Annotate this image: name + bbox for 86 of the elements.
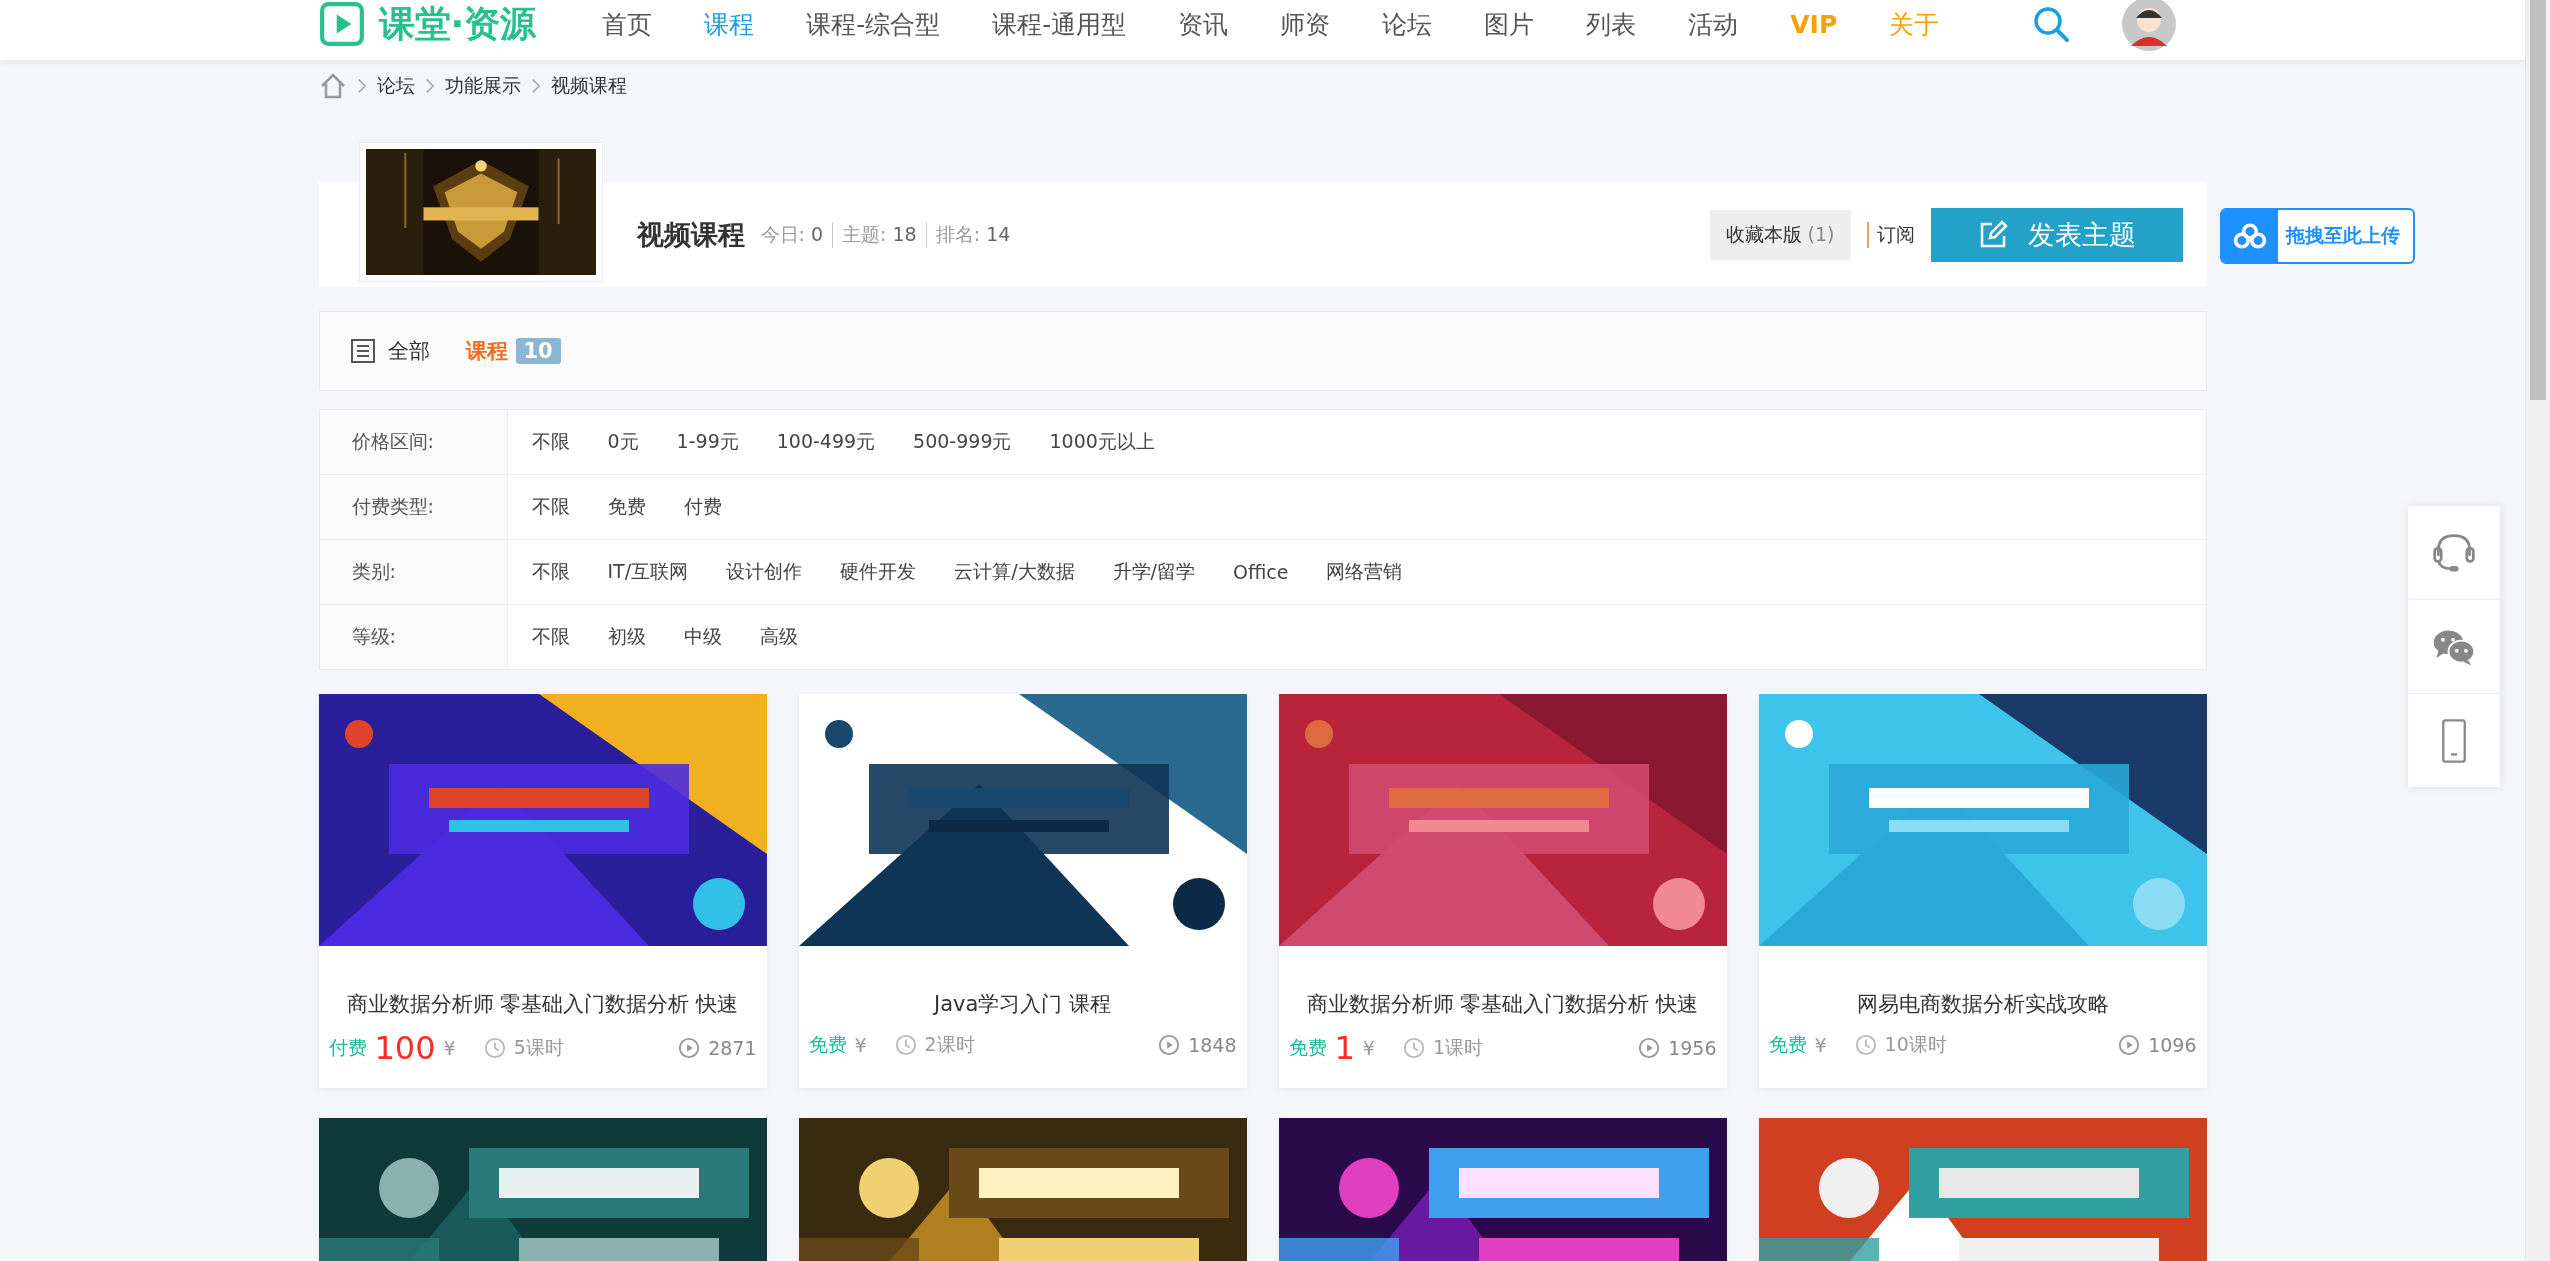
view-count: 1956: [1668, 1037, 1717, 1059]
view-count: 1848: [1188, 1034, 1237, 1056]
lesson-count: 5课时: [513, 1035, 564, 1060]
play-icon: [678, 1037, 701, 1059]
filter-option[interactable]: 初级: [607, 624, 646, 650]
cloud-rings-icon: [2232, 221, 2268, 251]
chevron-right-icon: [356, 78, 367, 94]
price: 1: [1334, 1032, 1355, 1064]
filter-label: 等级:: [319, 605, 508, 669]
course-title[interactable]: 商业数据分析师 零基础入门数据分析 快速: [318, 990, 767, 1018]
nav-link[interactable]: 图片: [1484, 7, 1535, 41]
nav-link[interactable]: 活动: [1688, 7, 1739, 41]
view-count: 1096: [2148, 1034, 2197, 1056]
fee-type: 免费: [1288, 1035, 1327, 1060]
filter-option[interactable]: 免费: [607, 494, 646, 520]
filter-option[interactable]: 不限: [531, 494, 570, 520]
clock-icon: [483, 1037, 506, 1059]
filter-label: 类别:: [319, 540, 508, 604]
favorite-button[interactable]: 收藏本版 (1): [1709, 209, 1851, 260]
course-card[interactable]: Java学习入门 课程 免费 ¥ 2课时 1848: [798, 694, 1247, 1088]
filter-option[interactable]: IT/互联网: [607, 559, 689, 585]
filter-option[interactable]: 升学/留学: [1112, 559, 1195, 585]
clock-icon: [894, 1034, 917, 1056]
filter-option[interactable]: 高级: [759, 624, 798, 650]
filter-option[interactable]: 中级: [683, 624, 722, 650]
currency-sign: ¥: [1362, 1037, 1375, 1059]
clock-icon: [1854, 1034, 1877, 1056]
nav-link[interactable]: 论坛: [1382, 7, 1433, 41]
fee-type: 免费: [1768, 1032, 1807, 1057]
filter-option[interactable]: 云计算/大数据: [954, 559, 1075, 585]
play-icon: [1158, 1034, 1181, 1056]
filter-option[interactable]: 设计创作: [726, 559, 803, 585]
lesson-count: 2课时: [924, 1032, 975, 1057]
nav-link[interactable]: 师资: [1280, 7, 1331, 41]
nav-link[interactable]: 课程-综合型: [806, 7, 941, 41]
filter-option[interactable]: 不限: [531, 624, 570, 650]
list-icon: [349, 338, 376, 364]
view-count: 2871: [708, 1037, 757, 1059]
filter-label: 价格区间:: [319, 410, 508, 474]
course-card[interactable]: 商业数据分析师 零基础入门数据分析 快速 免费 1 ¥ 1课时 1956: [1278, 694, 1727, 1088]
course-title[interactable]: 商业数据分析师 零基础入门数据分析 快速: [1278, 990, 1727, 1018]
nav-link[interactable]: 首页: [602, 7, 653, 41]
play-icon: [2118, 1034, 2141, 1056]
breadcrumb-link[interactable]: 论坛: [376, 73, 415, 99]
chevron-right-icon: [424, 78, 435, 94]
filter-option[interactable]: 100-499元: [776, 429, 876, 455]
play-logo-icon[interactable]: [318, 1, 365, 47]
currency-sign: ¥: [1814, 1034, 1827, 1056]
play-icon: [1638, 1037, 1661, 1059]
forum-title: 视频课程: [636, 217, 745, 252]
course-title[interactable]: Java学习入门 课程: [798, 990, 1247, 1018]
price: 100: [374, 1032, 436, 1064]
scrollbar[interactable]: [2525, 0, 2550, 1261]
subscribe-link[interactable]: 订阅: [1866, 221, 1915, 248]
nav-link[interactable]: 课程-通用型: [992, 7, 1127, 41]
avatar-icon[interactable]: [2120, 0, 2177, 52]
filter-option[interactable]: 500-999元: [913, 429, 1012, 455]
filter-option[interactable]: 0元: [607, 429, 639, 455]
fee-type: 付费: [328, 1035, 367, 1060]
filter-option[interactable]: 网络营销: [1326, 559, 1403, 585]
forum-stat: 今日: 0: [760, 221, 825, 247]
lesson-count: 10课时: [1884, 1032, 1947, 1057]
nav-link[interactable]: 列表: [1586, 7, 1637, 41]
currency-sign: ¥: [854, 1034, 867, 1056]
clock-icon: [1402, 1037, 1425, 1059]
course-card[interactable]: 网易电商数据分析实战攻略 免费 ¥ 10课时 1096: [1758, 694, 2207, 1088]
forum-stat: 排名: 14: [925, 221, 1020, 248]
filter-option[interactable]: 付费: [683, 494, 722, 520]
nav-link[interactable]: 资讯: [1178, 7, 1229, 41]
filter-option[interactable]: 1000元以上: [1049, 429, 1155, 455]
lesson-count: 1课时: [1432, 1035, 1484, 1060]
filter-option[interactable]: 不限: [531, 559, 570, 585]
filter-option[interactable]: 1-99元: [676, 429, 739, 455]
currency-sign: ¥: [443, 1037, 456, 1059]
breadcrumb-link[interactable]: 视频课程: [550, 73, 627, 99]
filter-option[interactable]: 硬件开发: [840, 559, 917, 585]
forum-stat: 主题: 18: [832, 221, 926, 248]
filter-option[interactable]: Office: [1232, 561, 1289, 583]
filter-label: 付费类型:: [319, 475, 508, 539]
fee-type: 免费: [808, 1032, 847, 1057]
course-title[interactable]: 网易电商数据分析实战攻略: [1758, 990, 2207, 1018]
filter-option[interactable]: 不限: [531, 429, 570, 455]
chevron-right-icon: [530, 78, 541, 94]
breadcrumb-link[interactable]: 功能展示: [444, 73, 521, 99]
tab[interactable]: 全部: [387, 337, 430, 365]
course-card[interactable]: 商业数据分析师 零基础入门数据分析 快速 付费 100 ¥ 5课时 2871: [318, 694, 767, 1088]
